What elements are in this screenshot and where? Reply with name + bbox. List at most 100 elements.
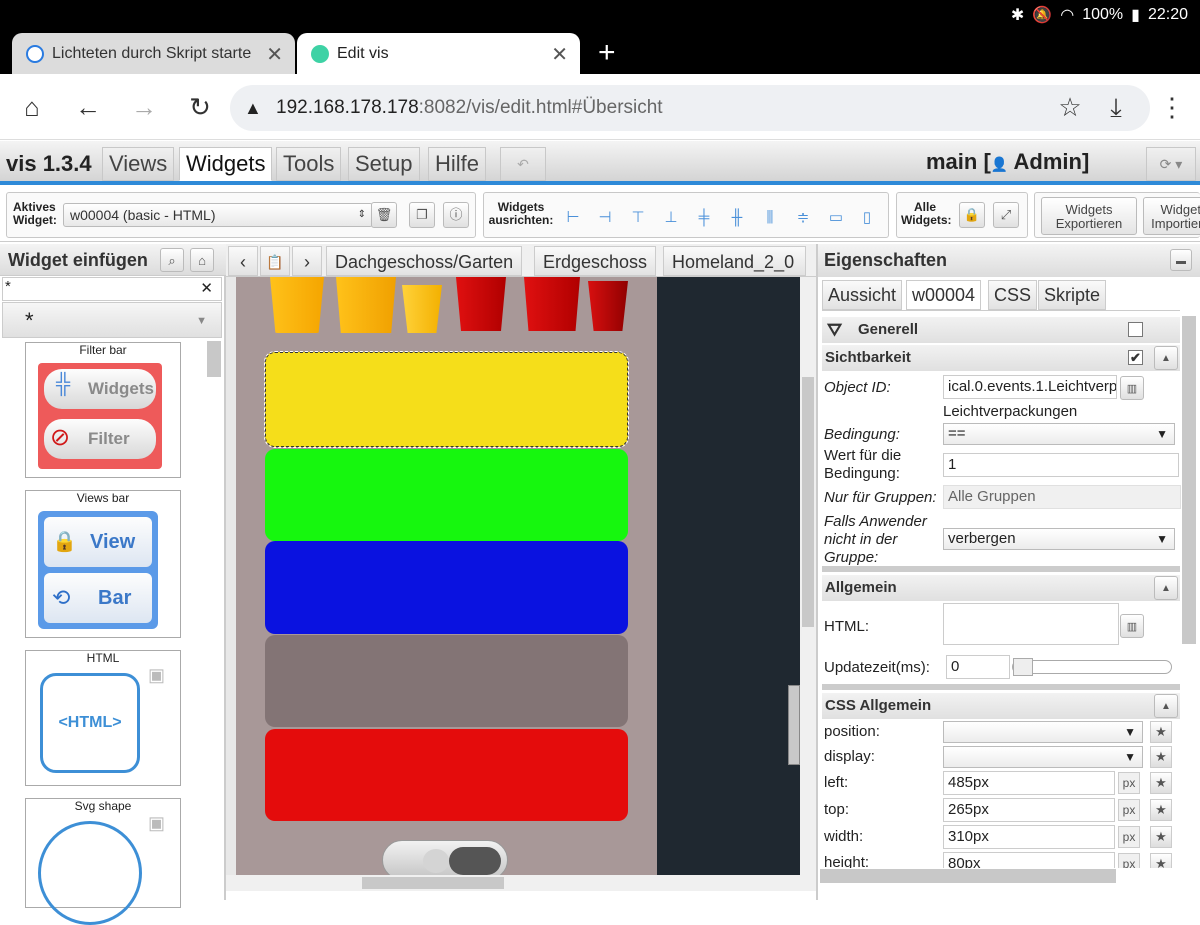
updatezeit-slider[interactable] bbox=[1012, 658, 1172, 676]
filter-input[interactable]: * ✕ bbox=[2, 277, 222, 301]
sichtbarkeit-checkbox[interactable]: ✔ bbox=[1128, 350, 1143, 365]
palette-scrollbar[interactable] bbox=[207, 341, 221, 377]
yellow-bin-icon[interactable] bbox=[270, 277, 324, 333]
close-icon[interactable]: ✕ bbox=[551, 42, 568, 67]
tab-css[interactable]: CSS bbox=[988, 280, 1038, 310]
edit-html-icon[interactable]: ▥ bbox=[1120, 614, 1144, 638]
menu-tools[interactable]: Tools bbox=[276, 147, 342, 181]
chevron-up-icon[interactable]: ▲ bbox=[1154, 576, 1178, 600]
active-widget-select[interactable]: w00004 (basic - HTML) ⇕ bbox=[63, 203, 373, 227]
align-center-v-icon[interactable]: ╪ bbox=[695, 209, 713, 227]
wert-input[interactable]: 1 bbox=[943, 453, 1179, 477]
bedingung-select[interactable]: == ▼ bbox=[943, 423, 1175, 445]
css-left-input[interactable]: 485px bbox=[943, 771, 1115, 795]
same-height-icon[interactable]: ▯ bbox=[858, 209, 876, 227]
expand-icon[interactable]: ⤢ bbox=[993, 202, 1019, 228]
updatezeit-input[interactable]: 0 bbox=[946, 655, 1010, 679]
css-top-input[interactable]: 265px bbox=[943, 798, 1115, 822]
widget-red-block[interactable] bbox=[265, 729, 628, 821]
lock-icon[interactable]: 🔒 bbox=[959, 202, 985, 228]
tab-erdgeschoss[interactable]: Erdgeschoss bbox=[534, 246, 657, 276]
section-generell[interactable]: Generell ⛛ bbox=[822, 317, 1180, 343]
tab-aussicht[interactable]: Aussicht bbox=[822, 280, 903, 310]
canvas-hscroll-thumb[interactable] bbox=[362, 877, 504, 889]
chevron-up-icon[interactable]: ▲ bbox=[1154, 346, 1178, 370]
export-widgets-button[interactable]: Widgets Exportieren bbox=[1041, 197, 1137, 235]
address-field[interactable]: ▲ 192.168.178.178:8082/vis/edit.html#Übe… bbox=[230, 85, 1150, 131]
clear-icon[interactable]: ✕ bbox=[200, 279, 213, 297]
tab-w00004[interactable]: w00004 bbox=[906, 280, 982, 310]
menu-views[interactable]: Views bbox=[102, 147, 175, 181]
delete-icon[interactable]: 🗑 bbox=[371, 202, 397, 228]
object-id-input[interactable]: ical.0.events.1.Leichtverpackungen bbox=[943, 375, 1117, 399]
distribute-h-icon[interactable]: ⫼ bbox=[761, 209, 779, 227]
star-icon[interactable]: ★ bbox=[1150, 853, 1172, 868]
chevron-left-icon[interactable]: ‹ bbox=[228, 246, 258, 276]
unit-button[interactable]: px bbox=[1118, 853, 1140, 868]
tab-homeland-2-0[interactable]: Homeland_2_0 bbox=[663, 246, 806, 276]
falls-select[interactable]: verbergen ▼ bbox=[943, 528, 1175, 550]
collapse-panel-icon[interactable]: ▬ bbox=[1170, 249, 1192, 271]
widget-card-filter-bar[interactable]: Filter bar Widgets ╬ Filter ⊘ bbox=[25, 342, 181, 478]
align-top-icon[interactable]: ⊤ bbox=[629, 209, 647, 227]
same-width-icon[interactable]: ▭ bbox=[827, 209, 845, 227]
red-bin-icon[interactable] bbox=[456, 277, 506, 331]
unit-button[interactable]: px bbox=[1118, 826, 1140, 848]
star-icon[interactable]: ★ bbox=[1150, 772, 1172, 794]
canvas-vscrollbar[interactable] bbox=[800, 277, 816, 875]
home-icon[interactable]: ⌂ bbox=[16, 91, 48, 123]
align-bottom-icon[interactable]: ⊥ bbox=[662, 209, 680, 227]
slider-handle[interactable] bbox=[1013, 658, 1033, 676]
reload-icon[interactable]: ↻ bbox=[184, 91, 216, 123]
widget-gray-block[interactable] bbox=[265, 635, 628, 727]
download-icon[interactable]: ⤓ bbox=[1100, 91, 1132, 123]
gruppen-input[interactable]: Alle Gruppen bbox=[943, 485, 1181, 509]
chevron-up-icon[interactable]: ▲ bbox=[1154, 694, 1178, 718]
section-allgemein[interactable]: Allgemein ▲ bbox=[822, 575, 1180, 601]
red-bin-wheeled-icon[interactable] bbox=[524, 277, 580, 331]
widget-card-svg-shape[interactable]: Svg shape ▣ bbox=[25, 798, 181, 925]
section-sichtbarkeit[interactable]: Sichtbarkeit ✔ ▲ bbox=[822, 345, 1180, 371]
unit-button[interactable]: px bbox=[1118, 772, 1140, 794]
copy-icon[interactable]: ❐ bbox=[409, 202, 435, 228]
widget-card-html[interactable]: HTML ▣ <HTML> bbox=[25, 650, 181, 786]
import-widgets-button[interactable]: Widgets Importieren bbox=[1143, 197, 1200, 235]
canvas-vscroll-thumb[interactable] bbox=[802, 377, 814, 627]
side-widget[interactable] bbox=[788, 685, 800, 765]
undo-icon[interactable]: ↶ bbox=[500, 147, 546, 181]
back-icon[interactable]: ← bbox=[72, 91, 104, 123]
unit-button[interactable]: px bbox=[1118, 799, 1140, 821]
set-select[interactable]: * ▼ bbox=[2, 302, 222, 338]
menu-setup[interactable]: Setup bbox=[348, 147, 420, 181]
forward-icon[interactable]: → bbox=[128, 91, 160, 123]
select-object-icon[interactable]: ▥ bbox=[1120, 376, 1144, 400]
star-icon[interactable]: ★ bbox=[1150, 826, 1172, 848]
yellow-bin-wheeled-icon[interactable] bbox=[336, 277, 396, 333]
css-width-input[interactable]: 310px bbox=[943, 825, 1115, 849]
close-icon[interactable]: ✕ bbox=[266, 42, 283, 67]
css-position-select[interactable]: ▼ bbox=[943, 721, 1143, 743]
tab-dachgeschoss-garten[interactable]: Dachgeschoss/Garten bbox=[326, 246, 523, 276]
star-icon[interactable]: ★ bbox=[1150, 721, 1172, 743]
info-icon[interactable]: ⓘ bbox=[443, 202, 469, 228]
widget-w00004-yellow[interactable] bbox=[264, 351, 629, 448]
css-display-select[interactable]: ▼ bbox=[943, 746, 1143, 768]
star-icon[interactable]: ★ bbox=[1150, 799, 1172, 821]
menu-hilfe[interactable]: Hilfe bbox=[428, 147, 487, 181]
search-icon[interactable]: ⌕ bbox=[160, 248, 184, 272]
menu-widgets[interactable]: Widgets bbox=[179, 147, 273, 181]
html-textarea[interactable] bbox=[943, 603, 1119, 645]
css-height-input[interactable]: 80px bbox=[943, 852, 1115, 868]
chevron-right-icon[interactable]: › bbox=[292, 246, 322, 276]
star-icon[interactable]: ★ bbox=[1150, 746, 1172, 768]
sync-dropdown[interactable]: ⟳ ▾ bbox=[1146, 147, 1196, 181]
canvas-hscrollbar[interactable] bbox=[226, 875, 816, 891]
properties-hscrollbar[interactable] bbox=[820, 869, 1116, 883]
align-left-icon[interactable]: ⊢ bbox=[564, 209, 582, 227]
clipboard-icon[interactable]: 📋 bbox=[260, 246, 290, 276]
browser-tab-2[interactable]: Edit vis ✕ bbox=[297, 33, 580, 74]
star-icon[interactable]: ☆ bbox=[1054, 91, 1086, 123]
properties-scrollbar[interactable] bbox=[1182, 316, 1196, 644]
red-bucket-icon[interactable] bbox=[588, 281, 628, 331]
toggle-switch[interactable] bbox=[382, 840, 508, 875]
